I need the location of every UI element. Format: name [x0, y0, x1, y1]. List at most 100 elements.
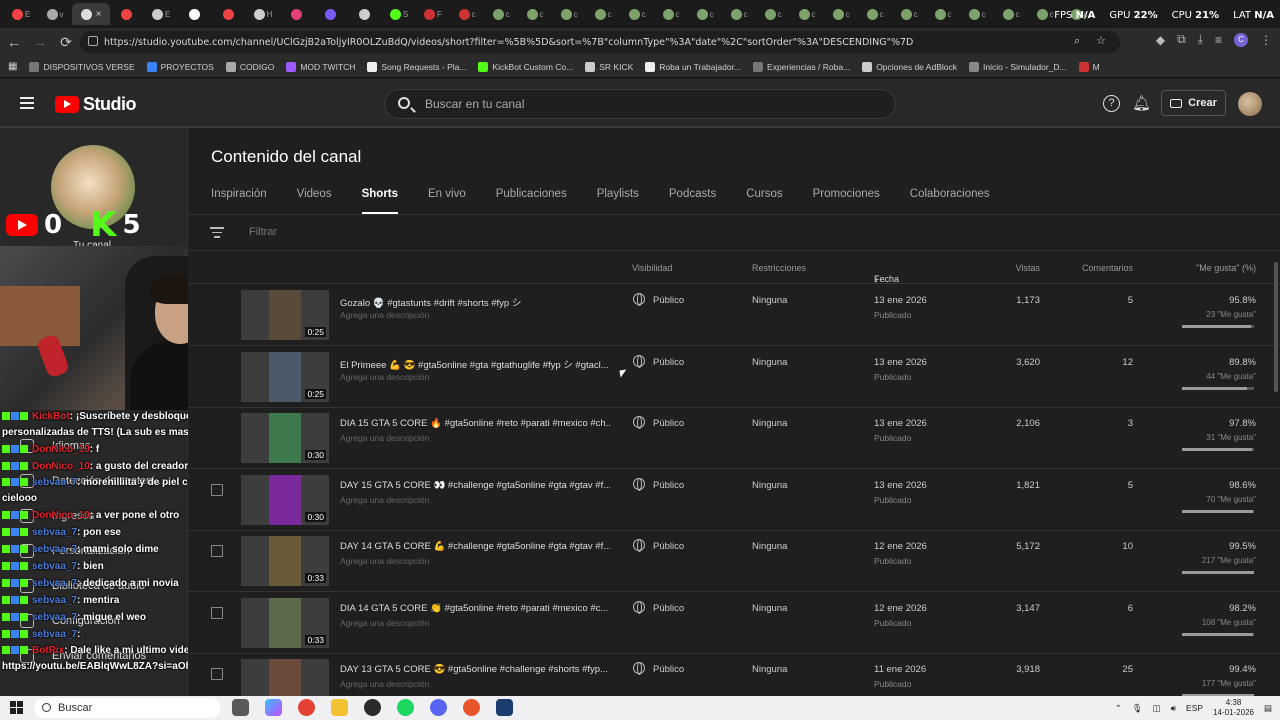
- clock[interactable]: 4:38 14-01-2026: [1213, 698, 1254, 718]
- profile-avatar[interactable]: C: [1234, 32, 1248, 47]
- notifications-bell-icon[interactable]: 🔔︎: [1132, 94, 1151, 112]
- browser-tab[interactable]: c: [892, 3, 926, 25]
- browser-tab[interactable]: c: [484, 3, 518, 25]
- language-indicator[interactable]: ESP: [1186, 703, 1203, 713]
- tab-promociones[interactable]: Promociones: [813, 188, 880, 214]
- help-icon[interactable]: ?: [1103, 95, 1120, 112]
- browser-tab[interactable]: c: [926, 3, 960, 25]
- app-icon[interactable]: [496, 699, 513, 716]
- column-views[interactable]: Vistas: [1016, 263, 1040, 273]
- visibility-value[interactable]: Público: [653, 418, 684, 429]
- video-thumbnail[interactable]: 0:25: [241, 290, 329, 340]
- table-row[interactable]: 0:25 Gozalo 💀 #gtastunts #drift #shorts #…: [188, 285, 1280, 346]
- create-button[interactable]: Crear: [1161, 90, 1226, 116]
- video-thumbnail[interactable]: 0:33: [241, 536, 329, 586]
- bookmark-item[interactable]: DISPOSITIVOS VERSE: [29, 61, 135, 72]
- video-thumbnail[interactable]: 0:30: [241, 474, 329, 525]
- windows-start-icon[interactable]: [10, 701, 23, 714]
- row-checkbox[interactable]: [211, 483, 223, 496]
- browser-menu-icon[interactable]: ⋮: [1260, 33, 1272, 47]
- tab-shorts[interactable]: Shorts: [361, 188, 399, 215]
- browser-tab[interactable]: [178, 3, 212, 25]
- close-tab-icon[interactable]: ×: [96, 9, 102, 20]
- account-avatar[interactable]: [1238, 92, 1262, 116]
- copilot-icon[interactable]: [265, 699, 282, 716]
- app-icon[interactable]: [463, 699, 480, 716]
- extensions-puzzle-icon[interactable]: ⧉: [1177, 32, 1186, 47]
- browser-tab[interactable]: S: [382, 3, 416, 25]
- task-view-icon[interactable]: [232, 699, 249, 716]
- browser-tab[interactable]: E: [4, 3, 38, 25]
- chevron-up-icon[interactable]: ⌃: [1115, 703, 1122, 714]
- tab-videos[interactable]: Videos: [297, 188, 332, 214]
- video-title[interactable]: DIA 15 GTA 5 CORE 🔥 #gta5online #reto #p…: [340, 418, 610, 429]
- row-checkbox[interactable]: [211, 668, 223, 680]
- column-visibility[interactable]: Visibilidad: [632, 263, 672, 273]
- network-icon[interactable]: ◫: [1153, 703, 1161, 714]
- reload-icon[interactable]: ⟳: [54, 30, 78, 54]
- table-row[interactable]: 0:25 El Primeee 💪 😎 #gta5online #gta #gta…: [188, 347, 1280, 408]
- filter-bar[interactable]: Filtrar: [188, 215, 1280, 251]
- video-title[interactable]: Gozalo 💀 #gtastunts #drift #shorts #fyp …: [340, 295, 610, 309]
- visibility-value[interactable]: Público: [653, 480, 684, 491]
- forward-arrow-icon[interactable]: →: [28, 30, 52, 54]
- browser-tab[interactable]: [212, 3, 246, 25]
- browser-tab[interactable]: v: [38, 3, 72, 25]
- video-title[interactable]: El Primeee 💪 😎 #gta5online #gta #gtathug…: [340, 357, 610, 371]
- chrome-icon[interactable]: [298, 699, 315, 716]
- bookmark-item[interactable]: Experiencias / Roba...: [753, 61, 850, 72]
- table-row[interactable]: 0:30 DAY 15 GTA 5 CORE 👀 #challenge #gta5…: [188, 470, 1280, 531]
- bookmark-item[interactable]: Inicio - Simulador_D...: [969, 61, 1067, 72]
- bookmark-item[interactable]: Opciones de AdBlock: [862, 61, 957, 72]
- column-likes[interactable]: "Me gusta" (%): [1196, 263, 1256, 273]
- browser-tab[interactable]: c: [518, 3, 552, 25]
- filter-input[interactable]: Filtrar: [249, 226, 277, 238]
- browser-tab[interactable]: c: [960, 3, 994, 25]
- browser-tab[interactable]: c: [586, 3, 620, 25]
- bookmark-item[interactable]: Song Requests - Pla...: [367, 61, 466, 72]
- youtube-studio-logo[interactable]: Studio: [55, 94, 137, 115]
- browser-tab[interactable]: F: [416, 3, 450, 25]
- tab-publicaciones[interactable]: Publicaciones: [496, 188, 567, 214]
- browser-tab[interactable]: c: [858, 3, 892, 25]
- browser-tab[interactable]: c: [994, 3, 1028, 25]
- zoom-icon[interactable]: ⌕: [1074, 34, 1080, 48]
- microphone-icon[interactable]: 🎙︎: [1132, 703, 1143, 714]
- scrollbar[interactable]: [1274, 262, 1278, 392]
- address-bar[interactable]: https://studio.youtube.com/channel/UClGz…: [80, 31, 1120, 53]
- back-arrow-icon[interactable]: ←: [2, 30, 26, 54]
- notifications-icon[interactable]: ▤: [1264, 703, 1272, 714]
- obs-icon[interactable]: [364, 699, 381, 716]
- browser-tab[interactable]: c: [790, 3, 824, 25]
- browser-tab[interactable]: c: [552, 3, 586, 25]
- visibility-value[interactable]: Público: [653, 664, 684, 675]
- tab-inspiración[interactable]: Inspiración: [211, 188, 267, 214]
- visibility-value[interactable]: Público: [653, 541, 684, 552]
- video-thumbnail[interactable]: 0:25: [241, 351, 329, 402]
- menu-icon[interactable]: [20, 97, 34, 109]
- discord-icon[interactable]: [430, 699, 447, 716]
- video-title[interactable]: DAY 13 GTA 5 CORE 😎 #gta5online #challen…: [340, 664, 610, 675]
- browser-tab[interactable]: [280, 3, 314, 25]
- bookmark-item[interactable]: MOD TWITCH: [286, 61, 355, 72]
- column-restrictions[interactable]: Restricciones: [752, 263, 806, 273]
- media-queue-icon[interactable]: ≡: [1215, 33, 1222, 47]
- spotify-icon[interactable]: [397, 699, 414, 716]
- tab-en-vivo[interactable]: En vivo: [428, 188, 466, 214]
- download-icon[interactable]: ⤓: [1198, 32, 1203, 47]
- channel-search-input[interactable]: Buscar en tu canal: [384, 89, 896, 119]
- site-settings-icon[interactable]: [88, 36, 98, 46]
- browser-tab[interactable]: c: [756, 3, 790, 25]
- browser-tab[interactable]: c: [620, 3, 654, 25]
- table-row[interactable]: 0:33 DAY 14 GTA 5 CORE 💪 #challenge #gta5…: [188, 531, 1280, 592]
- bookmark-star-icon[interactable]: ☆: [1096, 34, 1106, 47]
- bookmark-item[interactable]: CODIGO: [225, 61, 274, 72]
- extension-icon[interactable]: ◆: [1156, 33, 1165, 47]
- browser-tab[interactable]: c: [654, 3, 688, 25]
- visibility-value[interactable]: Público: [653, 295, 684, 306]
- browser-tab[interactable]: ×: [72, 3, 110, 25]
- browser-tab[interactable]: [314, 3, 348, 25]
- video-title[interactable]: DAY 14 GTA 5 CORE 💪 #challenge #gta5onli…: [340, 541, 610, 552]
- volume-icon[interactable]: 🔊︎: [1171, 703, 1176, 714]
- bookmark-item[interactable]: M: [1078, 61, 1100, 72]
